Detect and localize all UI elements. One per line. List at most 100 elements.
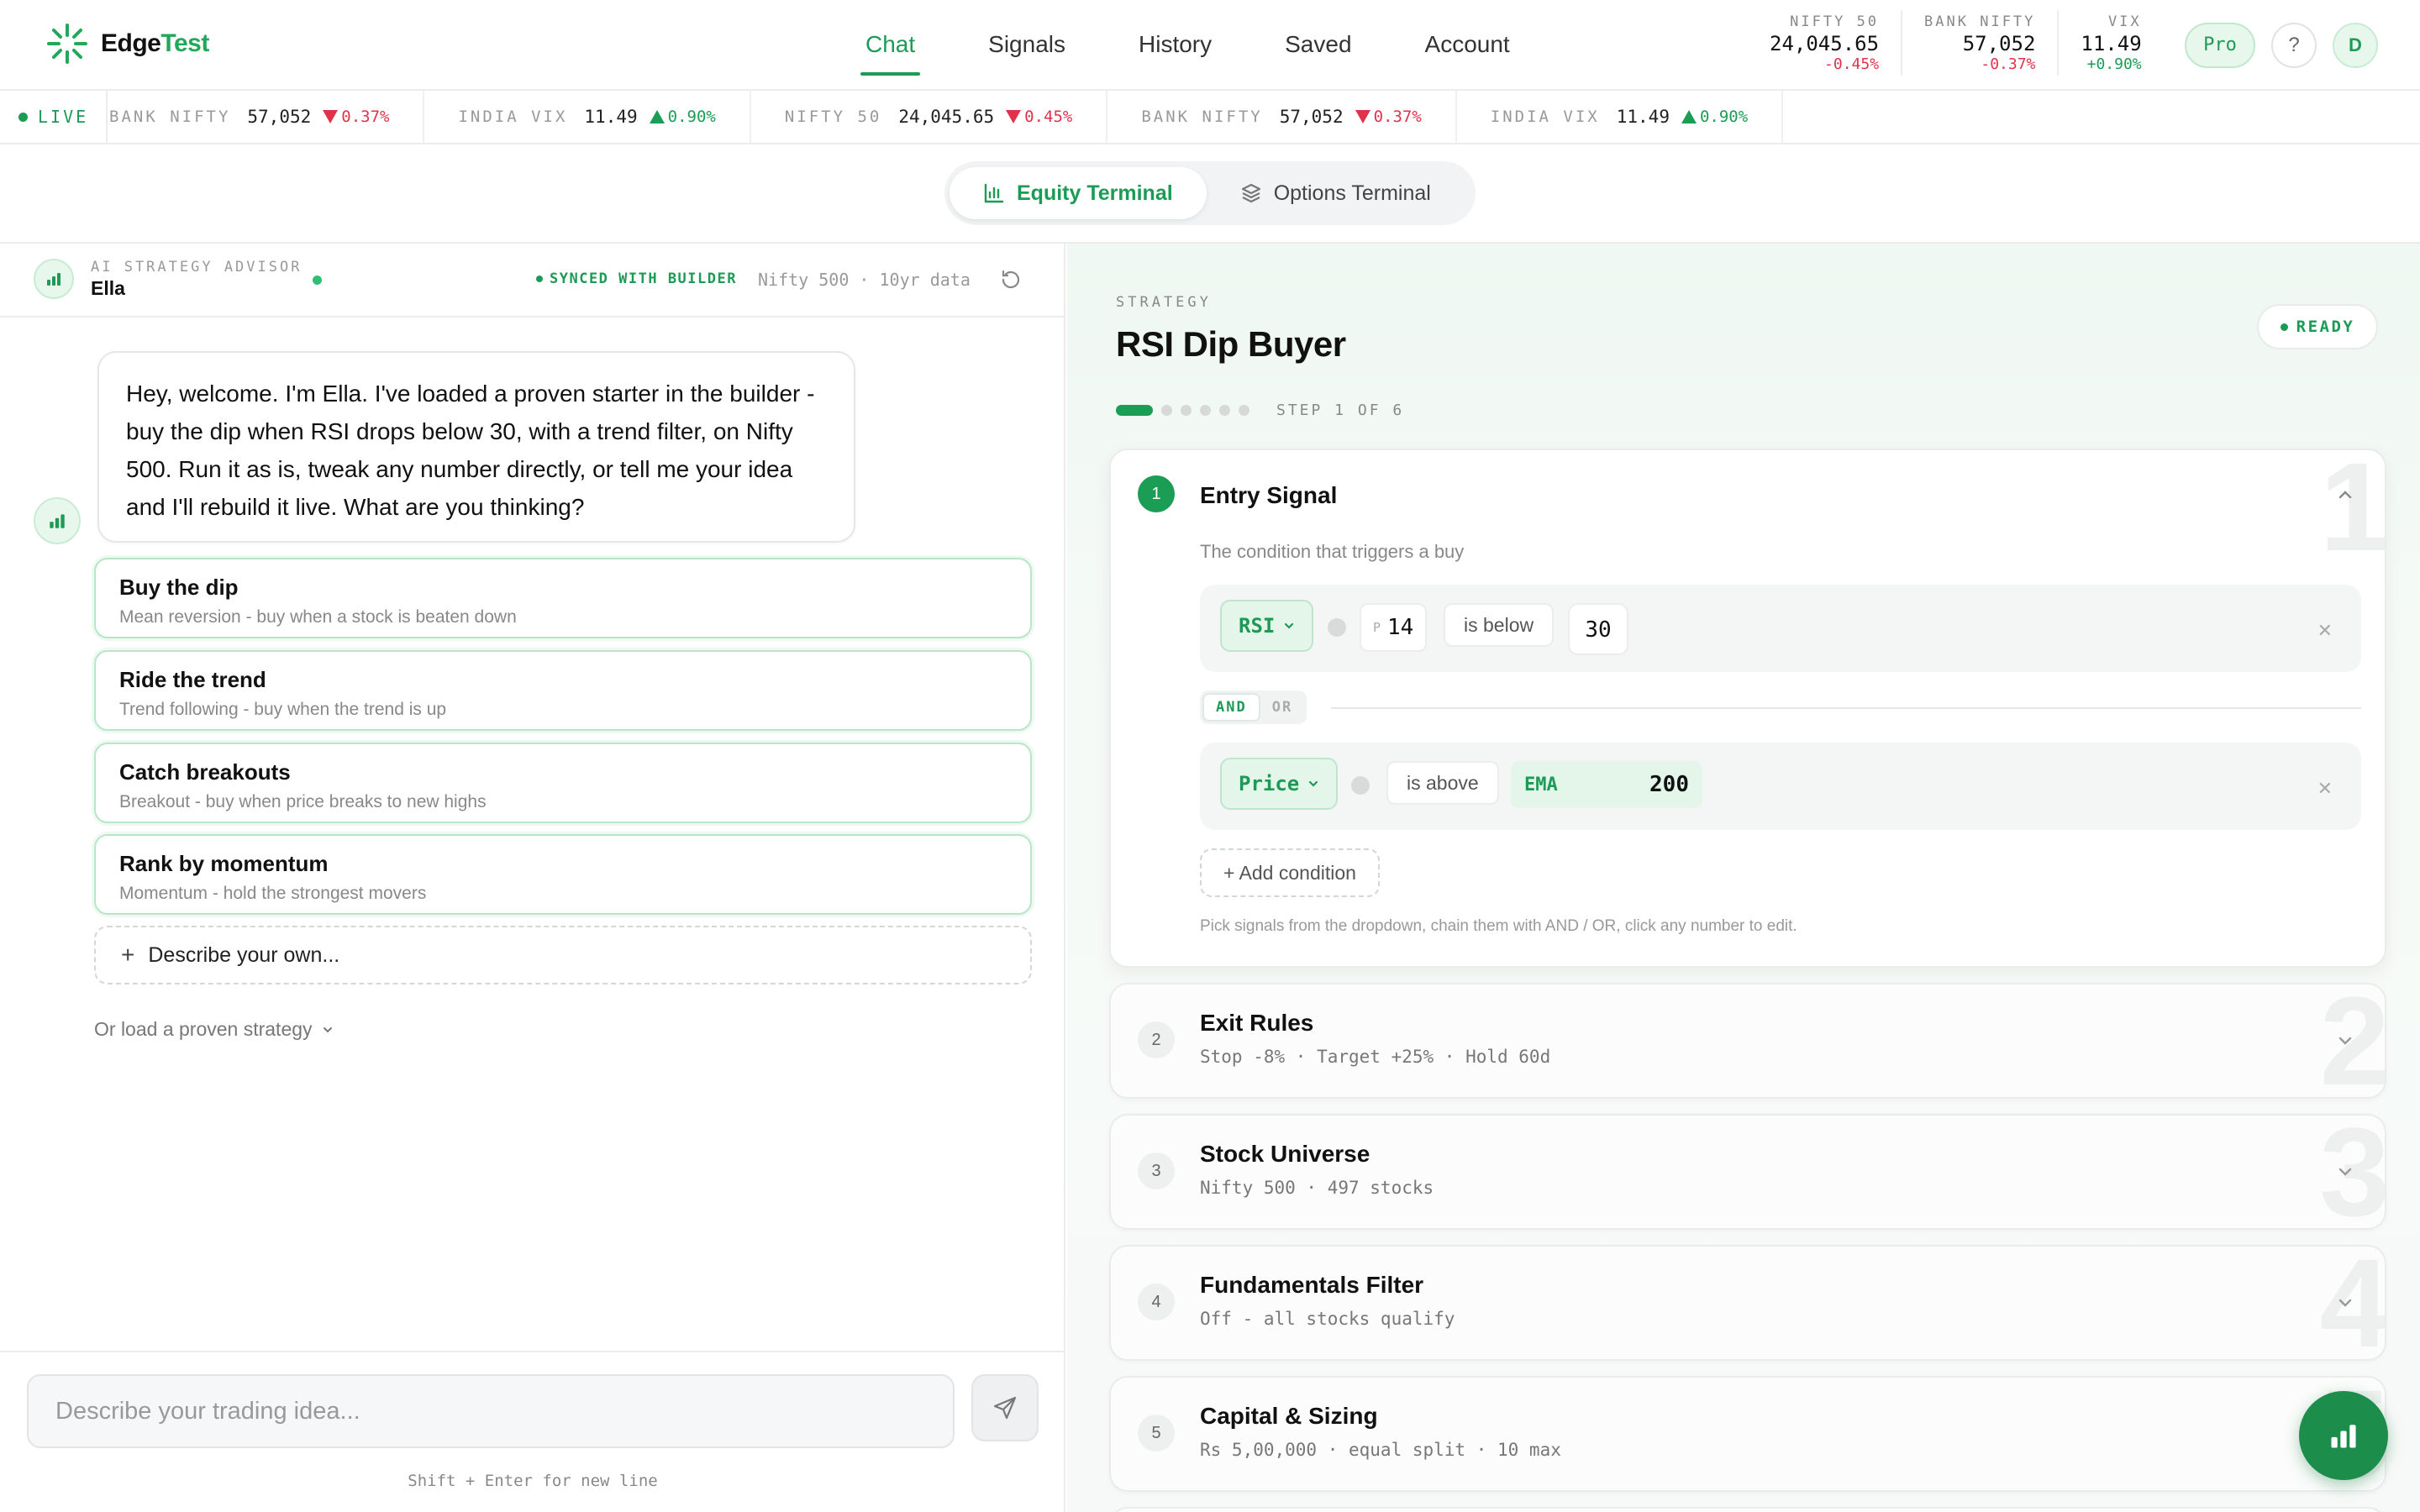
chevron-down-icon[interactable] [2336, 1163, 2354, 1181]
capital-sizing-card[interactable]: 5 5 Capital & Sizing Rs 5,00,000 · equal… [1109, 1376, 2386, 1492]
send-button[interactable] [971, 1374, 1039, 1441]
logic-toggle: AND OR [1200, 690, 1307, 724]
info-icon[interactable] [1328, 618, 1346, 637]
option-ride-the-trend[interactable]: Ride the trend Trend following - buy whe… [94, 650, 1032, 731]
user-avatar[interactable]: D [2333, 23, 2378, 68]
input-hint: Shift + Enter for new line [408, 1472, 658, 1490]
stock-universe-card[interactable]: 3 3 Stock Universe Nifty 500 · 497 stock… [1109, 1114, 2386, 1230]
bot-avatar [34, 497, 81, 544]
signal-bars-icon [50, 514, 65, 528]
next-card-partial[interactable] [1109, 1507, 2386, 1512]
chevron-down-icon[interactable] [2336, 1032, 2354, 1050]
ticker-label: INDIA VIX [458, 108, 568, 126]
help-button[interactable]: ? [2271, 23, 2317, 68]
exit-rules-card[interactable]: 2 2 Exit Rules Stop -8% · Target +25% · … [1109, 983, 2386, 1099]
reference-input[interactable]: EMA 200 [1511, 761, 1702, 808]
nav-account[interactable]: Account [1425, 0, 1510, 91]
stat-nifty50: NIFTY 50 24,045.65 -0.45% [1748, 10, 1903, 76]
card-title: Fundamentals Filter [1200, 1272, 1424, 1298]
stat-label: VIX [2107, 13, 2142, 30]
option-rank-by-momentum[interactable]: Rank by momentum Momentum - hold the str… [94, 834, 1032, 915]
ticker-change: 0.37% [323, 108, 389, 126]
nav-history[interactable]: History [1139, 0, 1212, 91]
card-title[interactable]: Entry Signal [1200, 482, 1337, 509]
ticker-label: INDIA VIX [1490, 108, 1600, 126]
card-summary: Off - all stocks qualify [1200, 1309, 1455, 1329]
logic-or[interactable]: OR [1260, 693, 1304, 722]
refresh-icon[interactable] [998, 267, 1023, 292]
load-proven-strategy[interactable]: Or load a proven strategy [94, 1018, 334, 1041]
ticker-value: 11.49 [1616, 107, 1670, 127]
option-buy-the-dip[interactable]: Buy the dip Mean reversion - buy when a … [94, 558, 1032, 638]
ticker-change: 0.90% [649, 108, 716, 126]
info-icon[interactable] [1351, 776, 1370, 795]
step-dot [1161, 405, 1172, 416]
ticker-change: 0.45% [1006, 108, 1072, 126]
ticker-item: BANK NIFTY 57,052 0.37% [108, 90, 425, 144]
synced-label: SYNCED WITH BUILDER [550, 270, 737, 287]
options-terminal-label: Options Terminal [1273, 181, 1431, 205]
strategy-name[interactable]: RSI Dip Buyer [1116, 324, 1346, 365]
ticker-item: BANK NIFTY 57,052 0.37% [1141, 90, 1457, 144]
indicator-dropdown[interactable]: RSI [1220, 600, 1314, 652]
equity-terminal-tab[interactable]: Equity Terminal [950, 167, 1207, 219]
option-catch-breakouts[interactable]: Catch breakouts Breakout - buy when pric… [94, 743, 1032, 823]
app-logo[interactable]: EdgeTest [45, 22, 209, 66]
stat-label: BANK NIFTY [1924, 13, 2036, 30]
chat-panel: AI STRATEGY ADVISOR Ella SYNCED WITH BUI… [0, 244, 1065, 1512]
card-number: 2 [1138, 1021, 1175, 1058]
stat-value: 57,052 [1962, 32, 2036, 55]
ref-value: 200 [1649, 772, 1689, 797]
add-condition-button[interactable]: + Add condition [1200, 848, 1380, 897]
logo-text: EdgeTest [101, 29, 209, 58]
indicator-dropdown[interactable]: Price [1220, 758, 1339, 810]
market-ticker: LIVE BANK NIFTY 57,052 0.37% INDIA VIX 1… [0, 90, 2420, 144]
operator-select[interactable]: is above [1386, 761, 1499, 805]
down-triangle-icon [1355, 110, 1370, 123]
ticker-change-value: 0.37% [341, 108, 390, 126]
card-number: 4 [1138, 1284, 1175, 1320]
nav-saved[interactable]: Saved [1285, 0, 1351, 91]
online-status-icon [313, 276, 322, 285]
card-summary: Nifty 500 · 497 stocks [1200, 1178, 1434, 1198]
ticker-value: 11.49 [584, 107, 638, 127]
ticker-item: INDIA VIX 11.49 0.90% [458, 90, 751, 144]
logo-text-part2: Test [160, 29, 209, 57]
period-input[interactable]: P 14 [1360, 603, 1428, 652]
down-triangle-icon [323, 110, 339, 123]
indicator-value: Price [1239, 772, 1300, 795]
fundamentals-filter-card[interactable]: 4 4 Fundamentals Filter Off - all stocks… [1109, 1245, 2386, 1361]
remove-condition-icon[interactable]: ✕ [2317, 778, 2333, 800]
assistant-fab-button[interactable] [2299, 1391, 2388, 1480]
signal-bars-icon [2331, 1425, 2356, 1448]
card-title: Exit Rules [1200, 1010, 1314, 1036]
chevron-down-icon[interactable] [2336, 1294, 2354, 1312]
threshold-input[interactable]: 30 [1568, 603, 1628, 655]
chat-composer: Describe your trading idea... Shift + En… [0, 1351, 1065, 1512]
option-title: Catch breakouts [119, 759, 291, 785]
load-proven-label: Or load a proven strategy [94, 1018, 313, 1040]
card-title: Capital & Sizing [1200, 1403, 1378, 1429]
chevron-down-icon [1285, 622, 1294, 629]
describe-own-button[interactable]: + Describe your own... [94, 926, 1032, 984]
card-title: Stock Universe [1200, 1141, 1370, 1167]
nav-signals[interactable]: Signals [988, 0, 1065, 91]
logic-and[interactable]: AND [1202, 693, 1260, 722]
chevron-up-icon[interactable] [2336, 486, 2354, 504]
ticker-change-value: 0.90% [1699, 108, 1749, 126]
pro-badge[interactable]: Pro [2185, 23, 2255, 68]
step-dot [1239, 405, 1249, 416]
ticker-item: INDIA VIX 11.49 0.90% [1490, 90, 1784, 144]
main-nav: Chat Signals History Saved Account [860, 0, 1583, 91]
option-subtitle: Mean reversion - buy when a stock is bea… [119, 607, 517, 627]
welcome-message: Hey, welcome. I'm Ella. I've loaded a pr… [97, 351, 855, 543]
ticker-change: 0.37% [1355, 108, 1422, 126]
remove-condition-icon[interactable]: ✕ [2317, 620, 2333, 642]
nav-chat[interactable]: Chat [860, 0, 921, 91]
operator-select[interactable]: is below [1444, 603, 1555, 647]
step-text: STEP 1 OF 6 [1276, 402, 1405, 419]
options-terminal-tab[interactable]: Options Terminal [1207, 167, 1465, 219]
option-subtitle: Momentum - hold the strongest movers [119, 884, 427, 903]
chat-input[interactable]: Describe your trading idea... [27, 1374, 955, 1448]
bar-chart-icon [984, 183, 1004, 203]
